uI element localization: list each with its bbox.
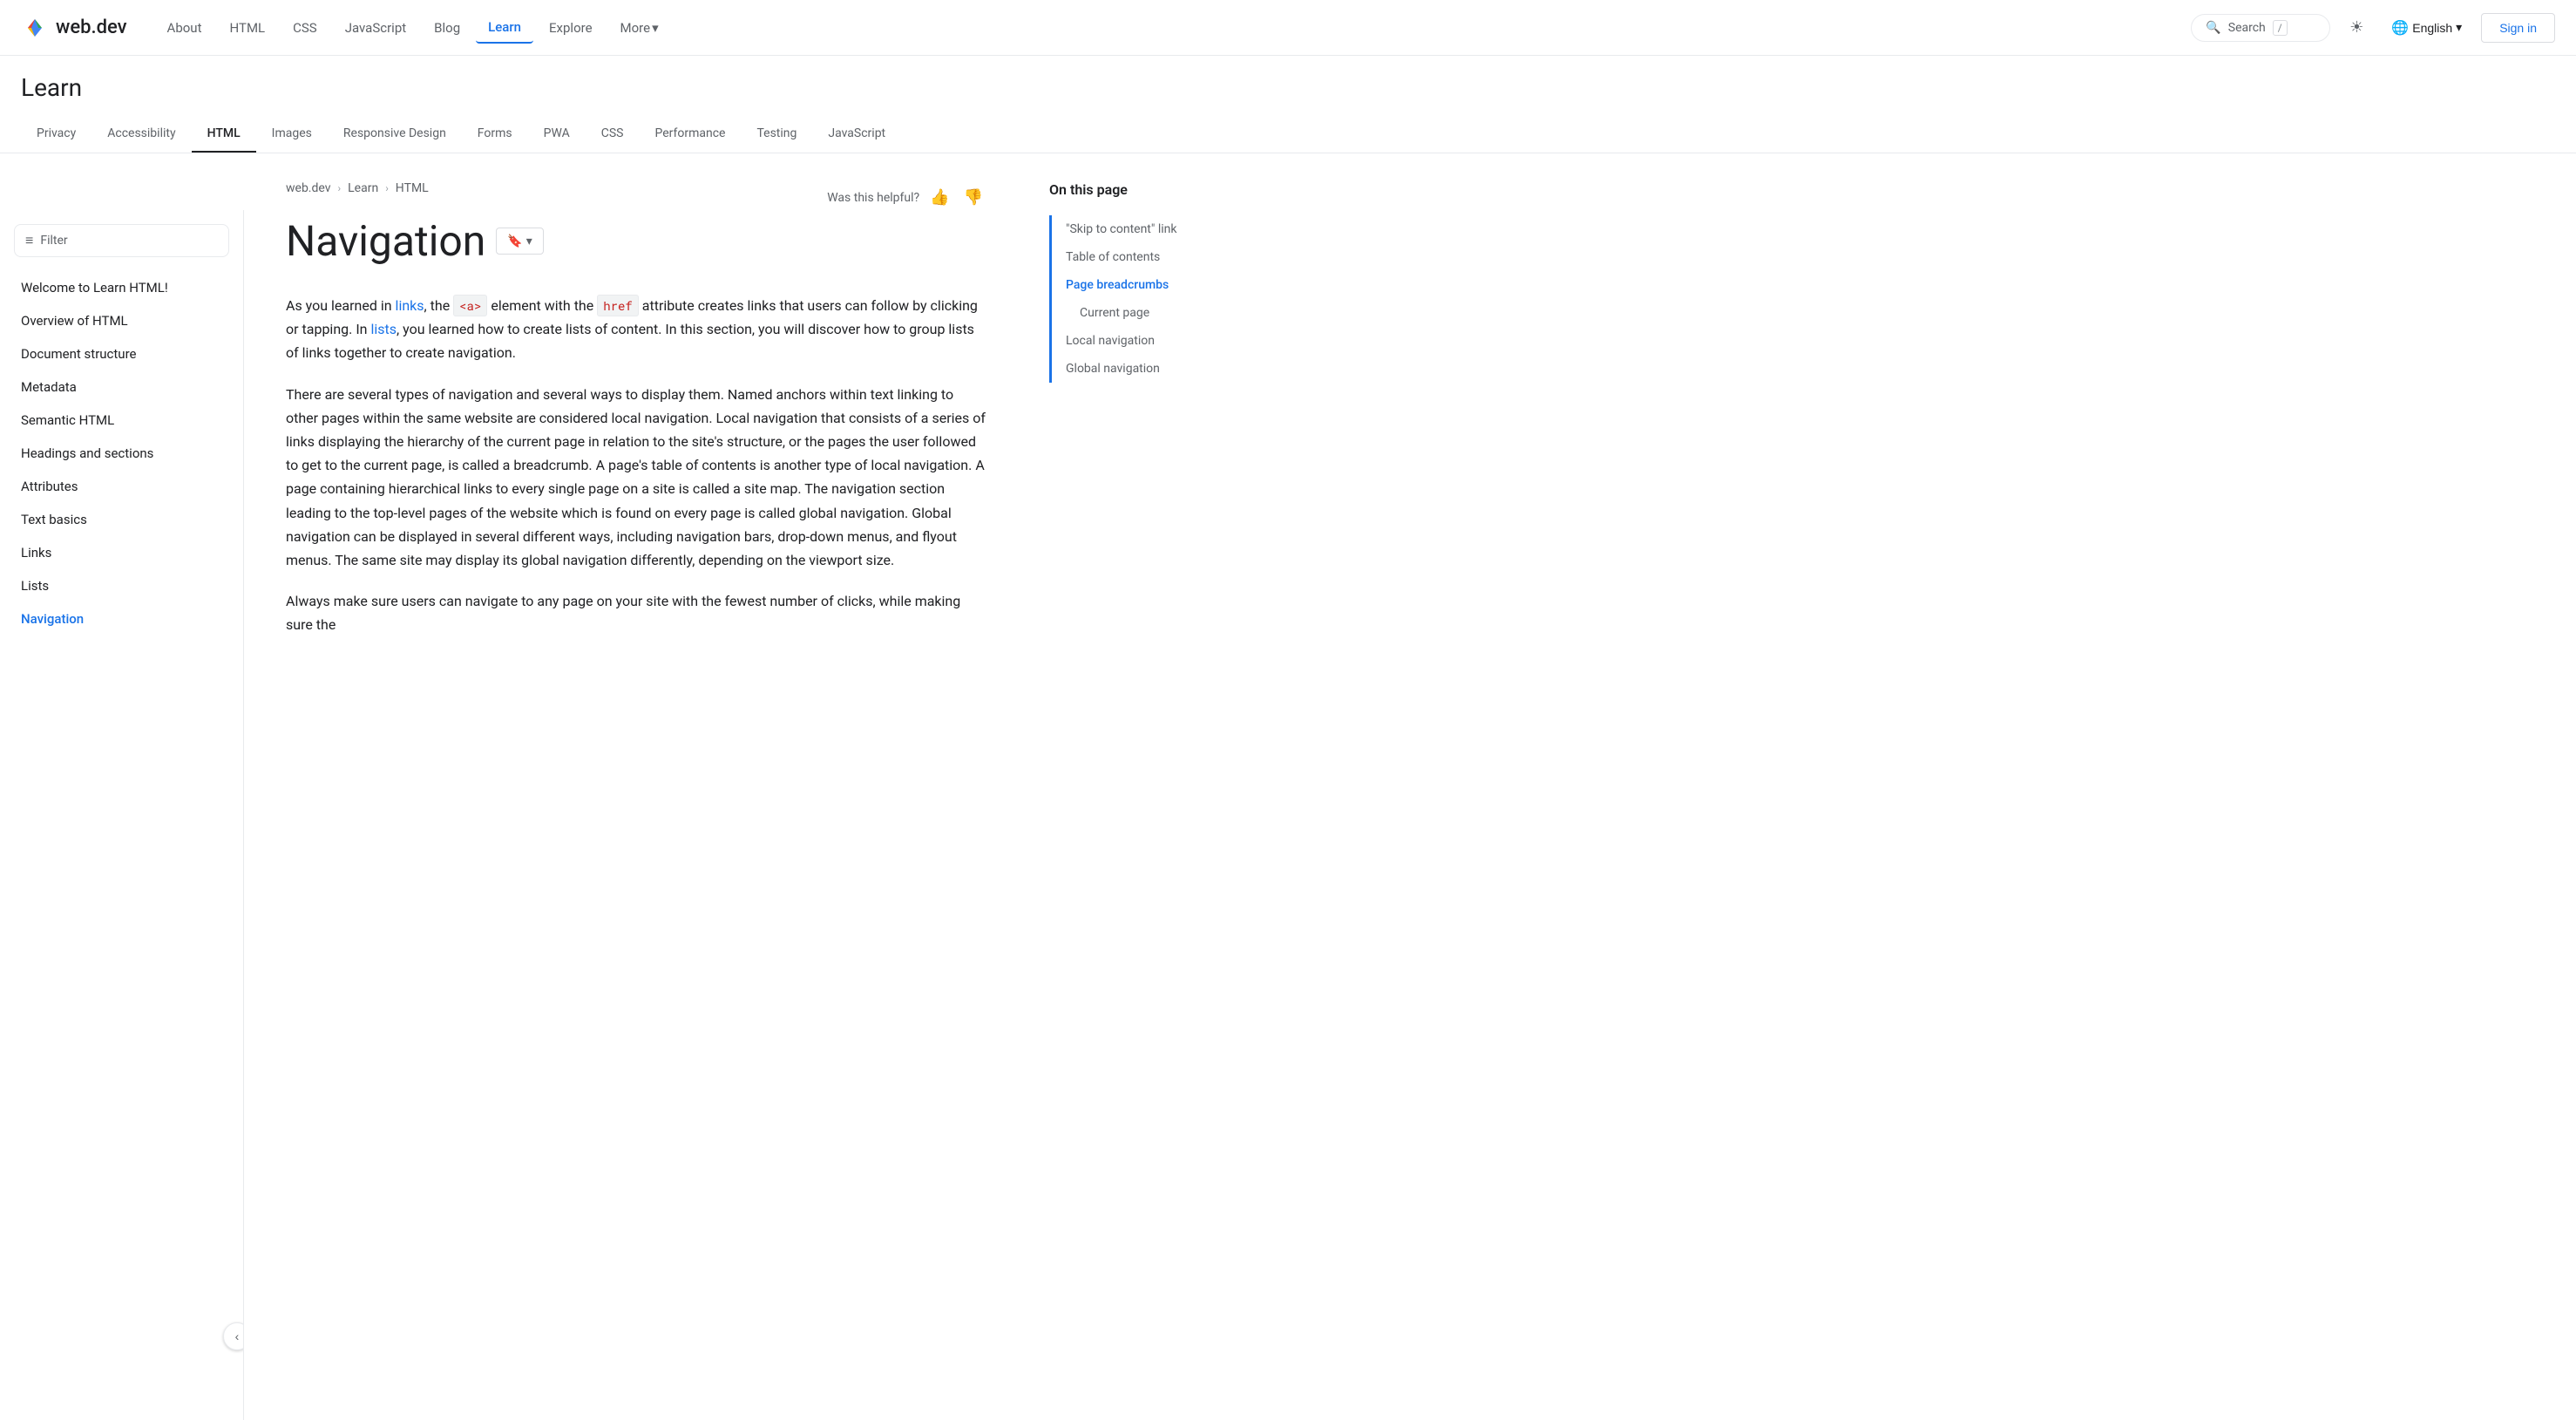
learn-tabs: Privacy Accessibility HTML Images Respon… — [21, 116, 2555, 153]
sidebar-item-lists[interactable]: Lists — [0, 569, 243, 602]
toc-item-current: Current page — [1052, 299, 1234, 327]
sidebar-item-overview[interactable]: Overview of HTML — [0, 304, 243, 337]
search-slash: / — [2273, 20, 2288, 36]
filter-icon — [25, 232, 33, 249]
toc-item-local: Local navigation — [1052, 327, 1234, 355]
toc-link-contents[interactable]: Table of contents — [1049, 243, 1234, 271]
page-title: Navigation — [286, 216, 485, 266]
sidebar-collapse-button[interactable] — [223, 1322, 244, 1350]
filter-label: Filter — [40, 234, 67, 248]
nav-links: About HTML CSS JavaScript Blog Learn Exp… — [155, 12, 2192, 44]
href-code: href — [597, 295, 639, 316]
nav-learn[interactable]: Learn — [476, 12, 533, 44]
nav-about[interactable]: About — [155, 13, 214, 43]
sidebar-item-navigation[interactable]: Navigation — [0, 602, 243, 635]
right-sidebar: On this page "Skip to content" link Tabl… — [1028, 153, 1255, 1363]
language-selector-button[interactable]: English — [2383, 14, 2471, 42]
links-link[interactable]: links — [396, 297, 424, 314]
sidebar-item-welcome[interactable]: Welcome to Learn HTML! — [0, 271, 243, 304]
nav-more[interactable]: More — [608, 13, 671, 43]
tab-javascript[interactable]: JavaScript — [812, 116, 901, 153]
site-logo[interactable]: web.dev — [21, 14, 127, 42]
main-layout: Filter Welcome to Learn HTML! Overview o… — [0, 153, 2576, 1363]
table-of-contents: "Skip to content" link Table of contents… — [1049, 215, 1234, 383]
thumb-up-icon: 👍 — [930, 188, 949, 206]
logo-text: web.dev — [56, 17, 127, 38]
tab-performance[interactable]: Performance — [639, 116, 741, 153]
tab-css[interactable]: CSS — [586, 116, 640, 153]
theme-toggle-button[interactable] — [2341, 12, 2372, 44]
nav-right: Search / English Sign in — [2191, 12, 2555, 44]
tab-html[interactable]: HTML — [192, 116, 256, 153]
sidebar-item-attributes[interactable]: Attributes — [0, 470, 243, 503]
a-tag-code: <a> — [453, 295, 487, 316]
language-chevron-icon — [2456, 20, 2462, 35]
language-label: English — [2412, 21, 2452, 35]
learn-title: Learn — [21, 73, 2555, 102]
toc-item-global: Global navigation — [1052, 355, 1234, 383]
paragraph-1: As you learned in links, the <a> element… — [286, 294, 986, 365]
tab-responsive-design[interactable]: Responsive Design — [328, 116, 462, 153]
toc-item-contents: Table of contents — [1052, 243, 1234, 271]
breadcrumb-html[interactable]: HTML — [396, 181, 429, 195]
nav-javascript[interactable]: JavaScript — [333, 13, 418, 43]
search-box[interactable]: Search / — [2191, 14, 2330, 42]
tab-images[interactable]: Images — [256, 116, 328, 153]
nav-css[interactable]: CSS — [281, 13, 329, 43]
learn-header: Learn Privacy Accessibility HTML Images … — [0, 56, 2576, 153]
filter-bar[interactable]: Filter — [14, 224, 229, 257]
top-navigation: web.dev About HTML CSS JavaScript Blog L… — [0, 0, 2576, 56]
breadcrumb-sep-1: › — [338, 182, 342, 194]
tab-testing[interactable]: Testing — [741, 116, 812, 153]
on-this-page-title: On this page — [1049, 181, 1234, 198]
search-icon — [2206, 21, 2220, 35]
breadcrumb-sep-2: › — [385, 182, 389, 194]
chevron-left-icon — [235, 1329, 240, 1343]
sidebar-item-text-basics[interactable]: Text basics — [0, 503, 243, 536]
nav-blog[interactable]: Blog — [422, 13, 472, 43]
search-label: Search — [2228, 21, 2266, 35]
helpful-bar: Was this helpful? 👍 👎 — [827, 185, 986, 210]
sidebar-item-document-structure[interactable]: Document structure — [0, 337, 243, 370]
toc-link-global[interactable]: Global navigation — [1049, 355, 1234, 383]
tab-pwa[interactable]: PWA — [528, 116, 586, 153]
paragraph-3: Always make sure users can navigate to a… — [286, 589, 986, 636]
sidebar-item-links[interactable]: Links — [0, 536, 243, 569]
sign-in-button[interactable]: Sign in — [2481, 13, 2555, 43]
tab-accessibility[interactable]: Accessibility — [92, 116, 191, 153]
logo-icon — [21, 14, 49, 42]
thumb-down-icon: 👎 — [964, 188, 983, 206]
breadcrumb-learn[interactable]: Learn — [348, 181, 378, 195]
toc-link-skip[interactable]: "Skip to content" link — [1049, 215, 1234, 243]
tab-forms[interactable]: Forms — [462, 116, 528, 153]
more-chevron-icon — [652, 20, 659, 36]
toc-link-current[interactable]: Current page — [1049, 299, 1234, 327]
bookmark-chevron-icon: ▾ — [526, 234, 532, 248]
breadcrumb-webdev[interactable]: web.dev — [286, 181, 331, 195]
globe-icon — [2391, 19, 2409, 37]
thumbs-down-button[interactable]: 👎 — [960, 185, 986, 210]
page-header: Navigation 🔖 ▾ — [286, 216, 986, 266]
bookmark-button[interactable]: 🔖 ▾ — [496, 228, 543, 255]
tab-privacy[interactable]: Privacy — [21, 116, 92, 153]
toc-item-skip: "Skip to content" link — [1052, 215, 1234, 243]
sidebar-item-metadata[interactable]: Metadata — [0, 370, 243, 404]
sidebar-item-semantic-html[interactable]: Semantic HTML — [0, 404, 243, 437]
nav-explore[interactable]: Explore — [537, 13, 605, 43]
paragraph-2: There are several types of navigation an… — [286, 383, 986, 573]
toc-item-breadcrumbs: Page breadcrumbs — [1052, 271, 1234, 299]
main-content: web.dev › Learn › HTML Was this helpful?… — [244, 153, 1028, 1363]
toc-link-local[interactable]: Local navigation — [1049, 327, 1234, 355]
sidebar-item-headings[interactable]: Headings and sections — [0, 437, 243, 470]
lists-link[interactable]: lists — [370, 321, 397, 337]
breadcrumb: web.dev › Learn › HTML — [286, 181, 429, 195]
left-sidebar: Filter Welcome to Learn HTML! Overview o… — [0, 210, 244, 1420]
helpful-question: Was this helpful? — [827, 191, 919, 205]
thumbs-up-button[interactable]: 👍 — [926, 185, 952, 210]
content-body: As you learned in links, the <a> element… — [286, 294, 986, 636]
toc-link-breadcrumbs[interactable]: Page breadcrumbs — [1049, 271, 1234, 299]
sun-icon — [2349, 18, 2363, 37]
bookmark-icon: 🔖 — [507, 234, 522, 248]
nav-html[interactable]: HTML — [218, 13, 278, 43]
